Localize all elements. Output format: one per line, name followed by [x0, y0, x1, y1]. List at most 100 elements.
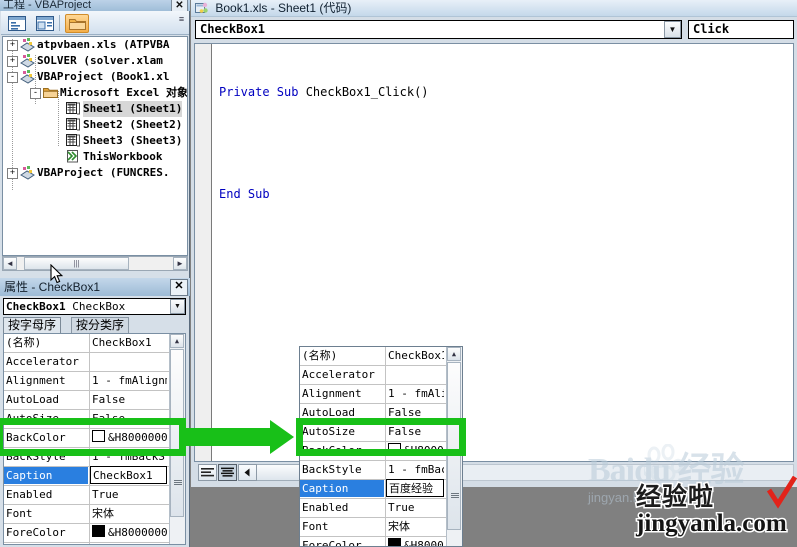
property-value[interactable]: 宋体	[92, 505, 167, 522]
property-value[interactable]: 百度经验	[386, 479, 444, 497]
property-name: ForeColor	[302, 539, 362, 547]
split-left-button[interactable]	[238, 464, 257, 481]
procedure-dropdown-value: Click	[693, 22, 730, 36]
property-row[interactable]: Enabled True	[300, 499, 446, 518]
property-name: Alignment	[6, 374, 66, 387]
property-row[interactable]: GroupName Sheet1	[4, 543, 169, 544]
property-name: AutoLoad	[6, 393, 59, 406]
property-row[interactable]: BackStyle 1 - fmBackSt	[300, 461, 446, 480]
toolbar-overflow-icon[interactable]: ≡	[176, 15, 187, 32]
tree-node[interactable]: Sheet3 (Sheet3)	[3, 133, 187, 149]
mouse-cursor	[50, 264, 63, 284]
tree-node[interactable]: ThisWorkbook	[3, 149, 187, 165]
property-row[interactable]: Font 宋体	[300, 518, 446, 537]
project-tree[interactable]: + atpvbaen.xls (ATPVBA + SOLVER (solver.xla…	[2, 36, 188, 256]
property-value[interactable]: CheckBox1	[388, 347, 444, 364]
project-icon	[20, 38, 35, 52]
tree-node[interactable]: - Microsoft Excel 对象	[3, 85, 187, 101]
property-value[interactable]: Sheet1	[92, 543, 167, 544]
folder-icon	[43, 86, 58, 100]
scroll-left-icon[interactable]: ◄	[3, 257, 17, 270]
tree-expander-icon[interactable]: -	[7, 72, 18, 83]
property-value[interactable]: False	[92, 391, 167, 408]
project-explorer-title: 工程 - VBAProject	[3, 0, 92, 11]
property-value[interactable]: CheckBox1	[90, 466, 167, 484]
property-row[interactable]: ForeColor&H8000000	[4, 524, 169, 543]
tree-node[interactable]: Sheet1 (Sheet1)	[3, 101, 187, 117]
property-value[interactable]: 1 - fmAlignm	[92, 372, 167, 389]
code-window-title: Book1.xls - Sheet1 (代码)	[215, 1, 352, 15]
color-swatch	[92, 525, 105, 537]
code-keyword: End Sub	[219, 187, 270, 201]
property-value[interactable]: CheckBox1	[92, 334, 167, 351]
property-value[interactable]: 1 - fmAlignm	[388, 385, 444, 402]
object-dropdown-value: CheckBox1	[200, 22, 266, 36]
toggle-folders-icon[interactable]	[65, 14, 89, 33]
grid-column-divider	[89, 524, 90, 542]
chevron-down-icon[interactable]: ▼	[170, 299, 185, 314]
object-dropdown[interactable]: CheckBox1 ▼	[195, 20, 682, 39]
tree-node[interactable]: + atpvbaen.xls (ATPVBA	[3, 37, 187, 53]
view-object-icon[interactable]	[33, 14, 57, 33]
scroll-right-icon[interactable]: ►	[173, 257, 187, 270]
property-value[interactable]: True	[388, 499, 444, 516]
grid-column-divider	[385, 347, 386, 365]
tree-expander-icon[interactable]: -	[30, 88, 41, 99]
grid-column-divider	[89, 505, 90, 523]
jingyanla-watermark-url: jingyanla.com	[635, 509, 789, 539]
chevron-down-icon[interactable]: ▼	[664, 21, 681, 38]
property-name: Accelerator	[302, 368, 375, 381]
view-code-icon[interactable]	[5, 14, 29, 33]
property-row[interactable]: ForeColor&H8000000	[300, 537, 446, 547]
scroll-up-icon[interactable]: ▲	[170, 334, 184, 348]
property-row-selected[interactable]: Caption 百度经验	[300, 479, 446, 499]
vscroll-grip	[174, 480, 182, 485]
property-row[interactable]: Enabled True	[4, 486, 169, 505]
properties-tabs: 按字母序 按分类序	[3, 317, 186, 334]
property-row[interactable]: (名称) CheckBox1	[300, 347, 446, 366]
project-explorer-close-icon[interactable]: ✕	[171, 0, 188, 11]
tree-expander-icon[interactable]: +	[7, 56, 18, 67]
tree-expander-icon[interactable]: +	[7, 168, 18, 179]
tree-expander-icon[interactable]: +	[7, 40, 18, 51]
tree-node[interactable]: + SOLVER (solver.xlam	[3, 53, 187, 69]
vscroll-grip	[451, 493, 459, 498]
tab-categorized[interactable]: 按分类序	[71, 317, 130, 334]
tree-node-label: VBAProject (FUNCRES.	[37, 166, 170, 179]
property-row[interactable]: Alignment 1 - fmAlignm	[4, 372, 169, 391]
code-window-combobar: CheckBox1 ▼ Click	[191, 18, 797, 42]
project-explorer-titlebar: 工程 - VBAProject ✕	[0, 0, 190, 11]
tab-alphabetic[interactable]: 按字母序	[3, 317, 62, 334]
properties-close-icon[interactable]: ✕	[170, 279, 188, 296]
property-row[interactable]: Alignment 1 - fmAlignm	[300, 385, 446, 404]
tree-node-label: ThisWorkbook	[83, 150, 163, 163]
property-row[interactable]: Accelerator	[300, 366, 446, 385]
property-row[interactable]: (名称) CheckBox1	[4, 334, 169, 353]
property-value[interactable]: True	[92, 486, 167, 503]
code-keyword: Private Sub	[219, 85, 306, 99]
property-row-selected[interactable]: Caption CheckBox1	[4, 466, 169, 486]
property-row[interactable]: Accelerator	[4, 353, 169, 372]
code-window-titlebar: Book1.xls - Sheet1 (代码)	[191, 0, 797, 17]
property-row[interactable]: AutoLoad False	[4, 391, 169, 410]
color-swatch	[388, 538, 401, 546]
procedure-dropdown[interactable]: Click	[688, 20, 794, 39]
properties-object-combo[interactable]: CheckBox1 CheckBox ▼	[3, 298, 186, 315]
property-row[interactable]: Font 宋体	[4, 505, 169, 524]
property-value[interactable]: 宋体	[388, 518, 444, 535]
property-name: (名称)	[6, 336, 42, 349]
baidu-watermark-url: jingyan.baidu.com	[588, 490, 693, 505]
tree-node[interactable]: - VBAProject (Book1.xl	[3, 69, 187, 85]
annotation-highlight-source	[0, 418, 186, 456]
full-module-view-button[interactable]	[218, 464, 237, 481]
tree-node[interactable]: Sheet2 (Sheet2)	[3, 117, 187, 133]
scroll-up-icon[interactable]: ▲	[447, 347, 461, 361]
project-tree-hscrollbar[interactable]: ◄ ||| ►	[2, 256, 188, 271]
property-value[interactable]: &H8000000	[92, 524, 167, 541]
code-editor[interactable]: Private Sub CheckBox1_Click() End Sub	[194, 43, 794, 462]
property-value[interactable]: &H8000000	[388, 537, 444, 546]
procedure-view-button[interactable]	[198, 464, 217, 481]
hscroll-thumb[interactable]: |||	[24, 257, 129, 270]
tree-node[interactable]: + VBAProject (FUNCRES.	[3, 165, 187, 181]
property-value[interactable]: 1 - fmBackSt	[388, 461, 444, 478]
